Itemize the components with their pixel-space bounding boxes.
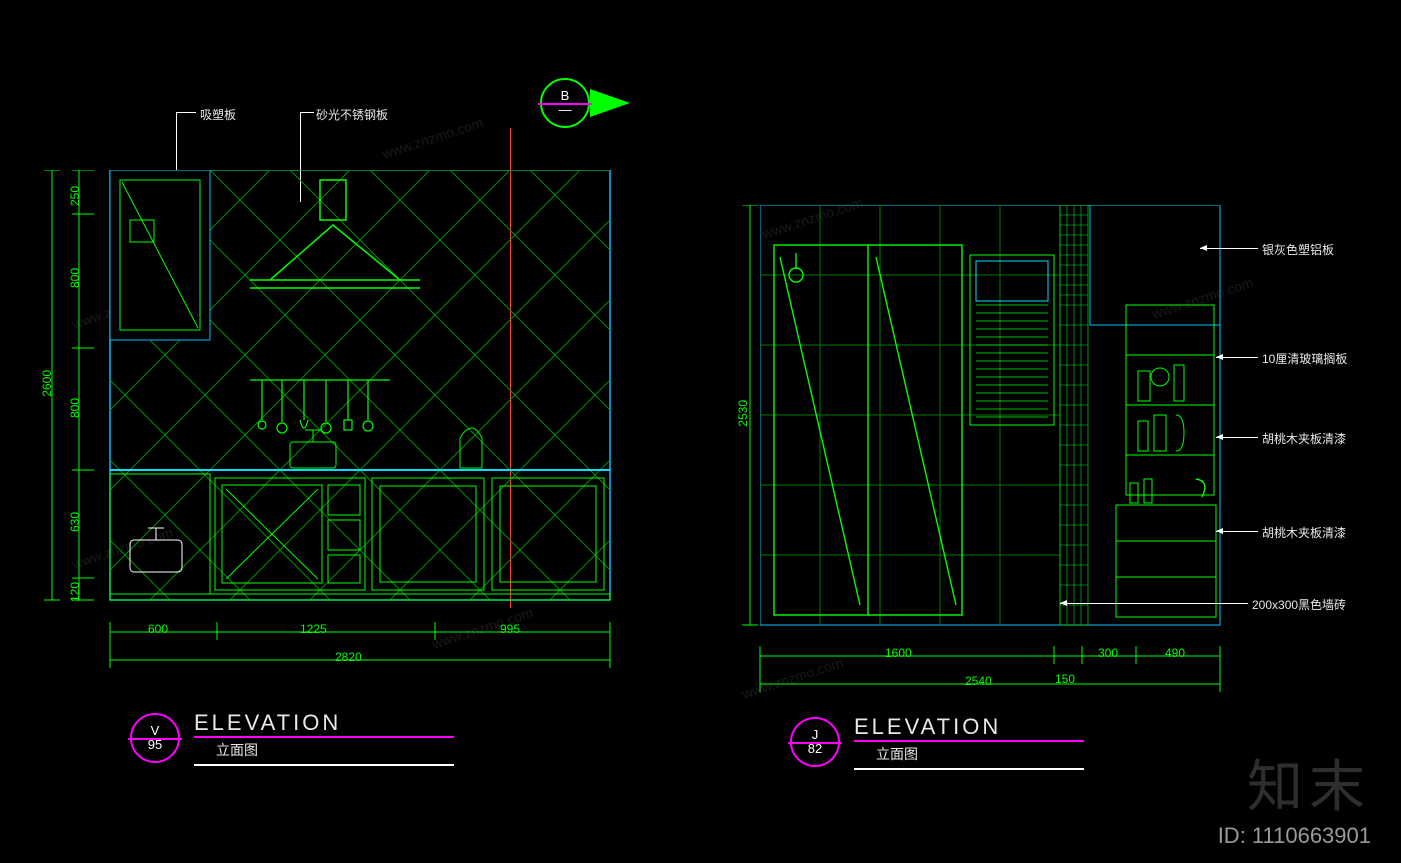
left-elevation-drawing xyxy=(100,170,620,640)
view-marker: J 82 xyxy=(790,717,840,767)
section-marker: B — xyxy=(540,78,630,128)
leader-line xyxy=(1216,437,1258,438)
dim-value: 250 xyxy=(68,186,82,206)
right-title-block: J 82 ELEVATION 立面图 xyxy=(790,714,1084,770)
dim-lines-left-h xyxy=(95,612,635,682)
dim-value: 1225 xyxy=(300,622,327,636)
dim-value: 1600 xyxy=(885,646,912,660)
title-en: ELEVATION xyxy=(194,710,454,736)
leader-line xyxy=(176,112,196,113)
callout-label: 200x300黑色墙砖 xyxy=(1252,596,1346,613)
dim-value: 995 xyxy=(500,622,520,636)
leader-line xyxy=(1060,603,1248,604)
dim-value: 600 xyxy=(148,622,168,636)
dim-value: 2600 xyxy=(40,370,54,397)
dim-value: 300 xyxy=(1098,646,1118,660)
cad-canvas: www.znzmo.com www.znzmo.com www.znzmo.co… xyxy=(0,0,1401,863)
callout-label: 胡桃木夹板清漆 xyxy=(1262,524,1346,541)
dim-value: 2540 xyxy=(965,674,992,688)
section-letter: B xyxy=(561,88,570,103)
callout-label: 胡桃木夹板清漆 xyxy=(1262,430,1346,447)
callout-label: 10厘清玻璃搁板 xyxy=(1262,350,1347,367)
dim-value: 800 xyxy=(68,268,82,288)
dim-value: 2530 xyxy=(736,400,750,427)
callout-label: 银灰色塑铝板 xyxy=(1262,241,1334,258)
dim-value: 800 xyxy=(68,398,82,418)
view-tag-top: J xyxy=(812,727,819,742)
leader-line xyxy=(1216,531,1258,532)
dim-value: 630 xyxy=(68,512,82,532)
leader-line xyxy=(300,112,314,113)
dim-value: 120 xyxy=(68,582,82,602)
title-cn: 立面图 xyxy=(194,738,454,760)
drawing-id: ID: 1110663901 xyxy=(1218,823,1371,849)
dim-value: 150 xyxy=(1055,672,1075,686)
leader-line xyxy=(1200,248,1258,249)
right-elevation-drawing xyxy=(760,205,1230,645)
watermark-brand: 知末 xyxy=(1247,742,1371,823)
title-en: ELEVATION xyxy=(854,714,1084,740)
title-cn: 立面图 xyxy=(854,742,1084,764)
view-tag-top: V xyxy=(151,723,160,738)
leader-line xyxy=(1216,357,1258,358)
section-arrow-icon xyxy=(590,89,630,117)
view-marker: V 95 xyxy=(130,713,180,763)
watermark: www.znzmo.com xyxy=(380,114,485,162)
dim-value: 490 xyxy=(1165,646,1185,660)
left-title-block: V 95 ELEVATION 立面图 xyxy=(130,710,454,766)
dim-value: 2820 xyxy=(335,650,362,664)
callout-label: 砂光不锈钢板 xyxy=(316,106,388,123)
callout-label: 吸塑板 xyxy=(200,106,236,123)
